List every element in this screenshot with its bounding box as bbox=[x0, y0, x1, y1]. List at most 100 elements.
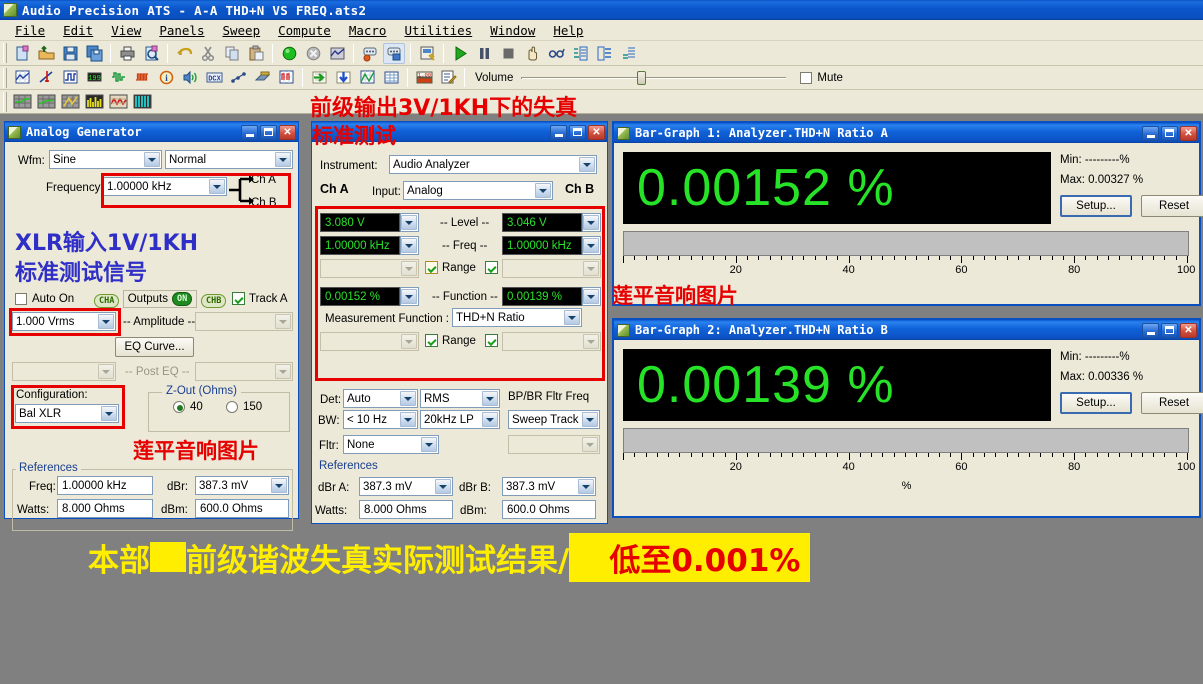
dbr-a-input[interactable]: 387.3 mV bbox=[359, 477, 453, 496]
chevron-down-icon[interactable] bbox=[583, 334, 599, 349]
chevron-down-icon[interactable] bbox=[582, 412, 598, 427]
hand-icon[interactable] bbox=[521, 43, 543, 64]
menu-item-sweep[interactable]: Sweep bbox=[213, 21, 269, 40]
cut-icon[interactable] bbox=[197, 43, 219, 64]
waveform-icon[interactable] bbox=[131, 67, 153, 88]
chevron-down-icon[interactable] bbox=[275, 314, 291, 329]
range2-a-checkbox[interactable]: Range bbox=[425, 334, 476, 347]
volume-slider[interactable] bbox=[521, 70, 787, 85]
connector-icon[interactable] bbox=[251, 67, 273, 88]
chevron-down-icon[interactable] bbox=[209, 179, 225, 194]
chevron-down-icon[interactable] bbox=[583, 238, 599, 253]
menu-item-file[interactable]: File bbox=[6, 21, 54, 40]
range2-a-checkbox-box[interactable] bbox=[425, 334, 438, 347]
chevron-down-icon[interactable] bbox=[400, 412, 416, 427]
burst-icon[interactable] bbox=[275, 67, 297, 88]
eq-curve-button[interactable]: EQ Curve... bbox=[115, 337, 194, 357]
minimize-button[interactable] bbox=[550, 124, 567, 140]
bargraph-1-setup-button[interactable]: Setup... bbox=[1060, 195, 1132, 217]
menu-item-compute[interactable]: Compute bbox=[269, 21, 340, 40]
chevron-down-icon[interactable] bbox=[583, 289, 599, 304]
function-b-dropdown[interactable] bbox=[582, 287, 601, 306]
close-button[interactable]: ✕ bbox=[279, 124, 296, 140]
export-right-icon[interactable] bbox=[308, 67, 330, 88]
print-preview-icon[interactable] bbox=[140, 43, 162, 64]
track-a-checkbox-box[interactable] bbox=[232, 292, 245, 305]
close-button[interactable]: ✕ bbox=[1180, 322, 1197, 338]
chb-badge[interactable]: CHB bbox=[201, 294, 227, 308]
range-b-checkbox-box[interactable] bbox=[485, 261, 498, 274]
chevron-down-icon[interactable] bbox=[421, 437, 437, 452]
stop-gray-icon[interactable] bbox=[302, 43, 324, 64]
zout-radio-150[interactable]: 150 bbox=[226, 401, 262, 413]
bargraph-2-setup-button[interactable]: Setup... bbox=[1060, 392, 1132, 414]
panel-3-icon[interactable] bbox=[59, 91, 81, 112]
chevron-down-icon[interactable] bbox=[482, 391, 498, 406]
range2-a-select[interactable] bbox=[320, 332, 419, 351]
fltr-select[interactable]: None bbox=[343, 435, 439, 454]
info-icon[interactable]: i bbox=[155, 67, 177, 88]
configuration-select[interactable]: Bal XLR bbox=[15, 404, 119, 423]
scatter-icon[interactable] bbox=[227, 67, 249, 88]
dbr-b-input[interactable]: 387.3 mV bbox=[502, 477, 596, 496]
toolbar-gripper[interactable] bbox=[3, 43, 7, 63]
menu-item-help[interactable]: Help bbox=[544, 21, 592, 40]
copy-icon[interactable] bbox=[221, 43, 243, 64]
measurement-function-select[interactable]: THD+N Ratio bbox=[452, 308, 582, 327]
go-green-icon[interactable] bbox=[278, 43, 300, 64]
toolbar-gripper[interactable] bbox=[3, 91, 7, 112]
digital-icon[interactable]: 199 bbox=[83, 67, 105, 88]
sweep-data-icon[interactable] bbox=[326, 43, 348, 64]
chevron-down-icon[interactable] bbox=[578, 479, 594, 494]
save-all-icon[interactable] bbox=[83, 43, 105, 64]
maximize-button[interactable] bbox=[569, 124, 586, 140]
paste-icon[interactable] bbox=[245, 43, 267, 64]
notes-icon[interactable] bbox=[437, 67, 459, 88]
chevron-down-icon[interactable] bbox=[401, 334, 417, 349]
input-select[interactable]: Analog bbox=[403, 181, 553, 200]
gen-ref-watts-input[interactable]: 8.000 Ohms bbox=[57, 499, 153, 518]
chevron-down-icon[interactable] bbox=[564, 310, 580, 325]
chevron-down-icon[interactable] bbox=[583, 261, 599, 276]
wfm-select[interactable]: Sine bbox=[49, 150, 162, 169]
chevron-down-icon[interactable] bbox=[482, 412, 498, 427]
volume-slider-thumb[interactable] bbox=[636, 70, 646, 85]
zout-radio-150-button[interactable] bbox=[226, 401, 238, 413]
chevron-down-icon[interactable] bbox=[271, 478, 287, 493]
minimize-button[interactable] bbox=[1142, 322, 1159, 338]
gen-ref-freq-input[interactable]: 1.00000 kHz bbox=[57, 476, 153, 495]
marker-icon[interactable] bbox=[35, 67, 57, 88]
chevron-down-icon[interactable] bbox=[401, 215, 417, 230]
graph-icon[interactable] bbox=[11, 67, 33, 88]
chevron-down-icon[interactable] bbox=[275, 364, 291, 379]
det-mode-select[interactable]: RMS bbox=[420, 389, 500, 408]
level-b-dropdown[interactable] bbox=[582, 213, 601, 232]
chevron-down-icon[interactable] bbox=[579, 157, 595, 172]
function-a-dropdown[interactable] bbox=[400, 287, 419, 306]
menu-item-window[interactable]: Window bbox=[481, 21, 544, 40]
range-a-checkbox[interactable]: Range bbox=[425, 261, 476, 274]
bargraph-1-reset-button[interactable]: Reset bbox=[1141, 195, 1203, 217]
chevron-down-icon[interactable] bbox=[98, 364, 114, 379]
auto-on-checkbox[interactable] bbox=[15, 293, 27, 305]
bpbr-select[interactable]: Sweep Track bbox=[508, 410, 600, 429]
insert-before-icon[interactable] bbox=[569, 43, 591, 64]
jitter-icon[interactable] bbox=[107, 67, 129, 88]
panel-5-icon[interactable] bbox=[107, 91, 129, 112]
print-icon[interactable] bbox=[116, 43, 138, 64]
post-eq-b-input[interactable] bbox=[195, 362, 293, 381]
insert-after-icon[interactable] bbox=[593, 43, 615, 64]
chevron-down-icon[interactable] bbox=[101, 406, 117, 421]
meter-icon[interactable]: 1.00 bbox=[413, 67, 435, 88]
range-a-checkbox-box[interactable] bbox=[425, 261, 438, 274]
frequency-input[interactable]: 1.00000 kHz bbox=[103, 177, 227, 196]
chevron-down-icon[interactable] bbox=[582, 437, 598, 452]
chevron-down-icon[interactable] bbox=[401, 261, 417, 276]
table-icon[interactable] bbox=[380, 67, 402, 88]
det-select[interactable]: Auto bbox=[343, 389, 418, 408]
menu-item-view[interactable]: View bbox=[102, 21, 150, 40]
chevron-down-icon[interactable] bbox=[275, 152, 291, 167]
close-button[interactable]: ✕ bbox=[1180, 125, 1197, 141]
report-icon[interactable] bbox=[416, 43, 438, 64]
trend-icon[interactable] bbox=[356, 67, 378, 88]
